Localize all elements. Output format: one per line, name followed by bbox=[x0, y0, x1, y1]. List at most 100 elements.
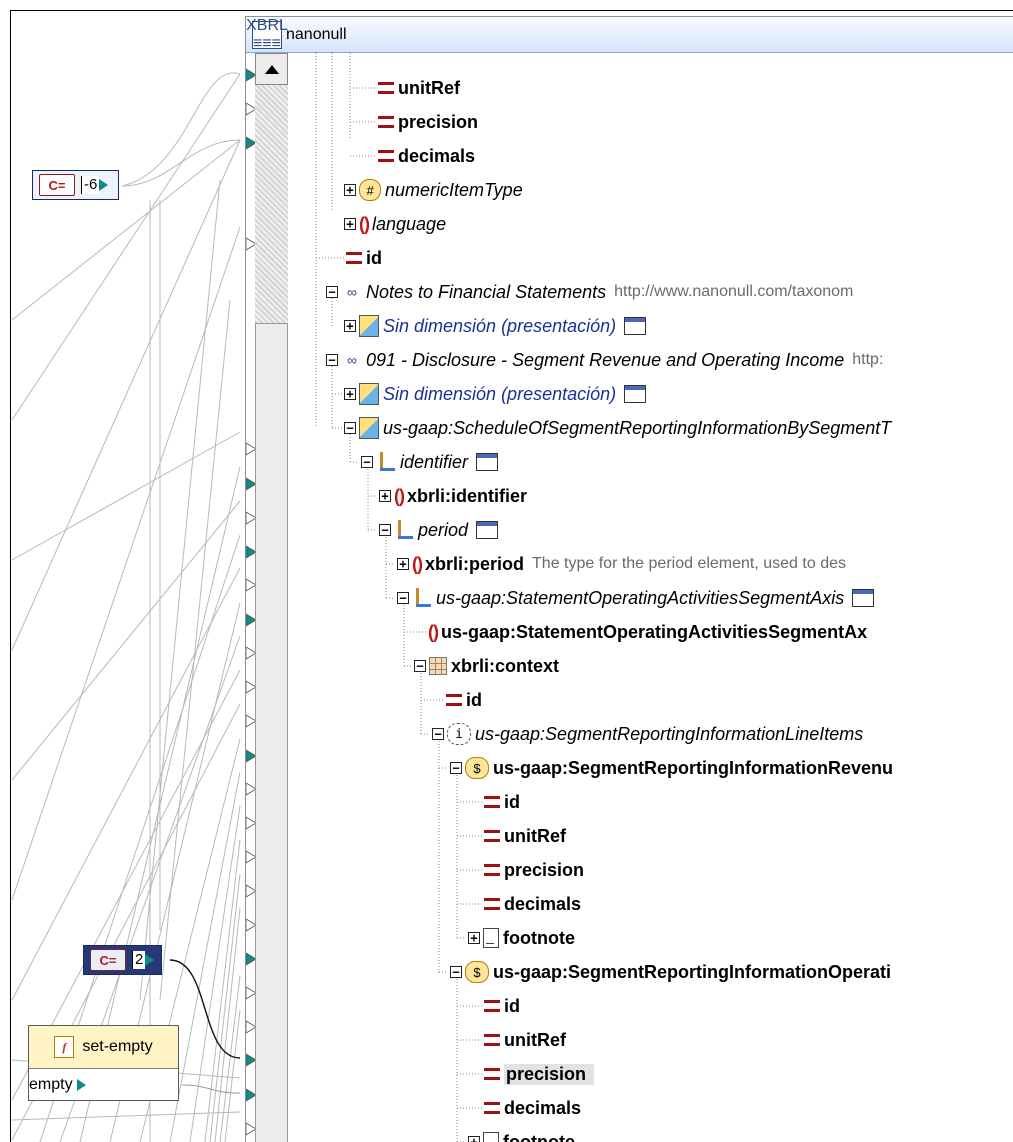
tree-node-label[interactable]: decimals bbox=[504, 894, 581, 915]
collapse-icon[interactable]: − bbox=[450, 762, 462, 774]
tree-node-attr[interactable]: decimals bbox=[484, 1093, 581, 1123]
tree-node-label[interactable]: precision bbox=[398, 112, 478, 133]
tree-node-elem[interactable]: ( ) us-gaap:StatementOperatingActivitiesS… bbox=[428, 617, 867, 647]
tree-node-cube[interactable]: + Sin dimensión (presentación) bbox=[344, 379, 647, 409]
tree-node-label[interactable]: id bbox=[504, 996, 520, 1017]
collapse-icon[interactable]: − bbox=[450, 966, 462, 978]
tree-node-label[interactable]: us-gaap:StatementOperatingActivitiesSegm… bbox=[441, 622, 867, 643]
expand-icon[interactable]: + bbox=[344, 388, 356, 400]
tree-node-label[interactable]: id bbox=[504, 792, 520, 813]
tree-node-attr[interactable]: decimals bbox=[484, 889, 581, 919]
tree-node-dollar[interactable]: − $ us-gaap:SegmentReportingInformationRev… bbox=[450, 753, 893, 783]
tree-node-label[interactable]: unitRef bbox=[504, 1030, 566, 1051]
tree-node-cube-plain[interactable]: − us-gaap:ScheduleOfSegmentReportingInfor… bbox=[344, 413, 891, 443]
constant-node-2[interactable]: C= 2 bbox=[83, 945, 162, 975]
tree-node-attr[interactable]: id bbox=[484, 991, 520, 1021]
collapse-icon[interactable]: − bbox=[379, 524, 391, 536]
component-nanonull[interactable]: XBRL ≡≡≡ nanonull unitRef precision decimal… bbox=[245, 16, 1013, 1142]
collapse-icon[interactable]: − bbox=[397, 592, 409, 604]
tree-node-type[interactable]: + # numericItemType bbox=[344, 175, 523, 205]
tree-node-doc[interactable]: + footnote bbox=[468, 923, 575, 953]
tree-node-attr[interactable]: id bbox=[346, 243, 382, 273]
component-title-bar[interactable]: XBRL ≡≡≡ nanonull bbox=[246, 17, 1013, 53]
tree-node-axis[interactable]: − identifier bbox=[361, 447, 499, 477]
tree-node-axis[interactable]: − period bbox=[379, 515, 499, 545]
vertical-scrollbar[interactable] bbox=[255, 53, 288, 1142]
collapse-icon[interactable]: − bbox=[361, 456, 373, 468]
tree-node-label[interactable]: unitRef bbox=[504, 826, 566, 847]
tree-node-axis[interactable]: − us-gaap:StatementOperatingActivitiesSeg… bbox=[397, 583, 875, 613]
tree-node-notes[interactable]: − ∞ Notes to Financial Statements http://ww… bbox=[326, 277, 853, 307]
scroll-thumb[interactable] bbox=[255, 323, 288, 1142]
tree-node-label[interactable]: precision bbox=[504, 860, 584, 881]
dimension-window-icon[interactable] bbox=[476, 453, 499, 471]
dimension-window-icon[interactable] bbox=[624, 385, 647, 403]
expand-icon[interactable]: + bbox=[344, 218, 356, 230]
function-node-set-empty[interactable]: f set-empty empty bbox=[28, 1025, 179, 1101]
tree-node-label[interactable]: xbrli:period bbox=[425, 554, 524, 575]
output-connector[interactable] bbox=[145, 954, 155, 966]
expand-icon[interactable]: + bbox=[379, 490, 391, 502]
tree-node-elem[interactable]: +( ) xbrli:period The type for the period … bbox=[397, 549, 846, 579]
tree-node-info[interactable]: − i us-gaap:SegmentReportingInformationLin… bbox=[432, 719, 863, 749]
tree-node-label[interactable]: Notes to Financial Statements bbox=[366, 282, 606, 303]
tree-node-label[interactable]: xbrli:identifier bbox=[407, 486, 527, 507]
tree-node-label[interactable]: 091 - Disclosure - Segment Revenue and O… bbox=[366, 350, 844, 371]
tree-node-cube[interactable]: + Sin dimensión (presentación) bbox=[344, 311, 647, 341]
tree-node-label[interactable]: decimals bbox=[504, 1098, 581, 1119]
tree-node-label[interactable]: id bbox=[466, 690, 482, 711]
tree-node-label[interactable]: numericItemType bbox=[385, 180, 523, 201]
output-connector[interactable] bbox=[99, 179, 109, 191]
dimension-window-icon[interactable] bbox=[476, 521, 499, 539]
constant-value[interactable]: 2 bbox=[132, 951, 146, 969]
tree-node-label[interactable]: us-gaap:ScheduleOfSegmentReportingInform… bbox=[383, 418, 891, 439]
tree-node-attr[interactable]: precision bbox=[484, 1059, 595, 1089]
expand-icon[interactable]: + bbox=[344, 184, 356, 196]
dimension-window-icon[interactable] bbox=[852, 589, 875, 607]
collapse-icon[interactable]: − bbox=[326, 354, 338, 366]
tree-node-attr[interactable]: unitRef bbox=[484, 821, 566, 851]
dimension-window-icon[interactable] bbox=[624, 317, 647, 335]
tree-node-label[interactable]: us-gaap:SegmentReportingInformationLineI… bbox=[475, 724, 863, 745]
collapse-icon[interactable]: − bbox=[414, 660, 426, 672]
constant-node-neg6[interactable]: C= -6 bbox=[32, 170, 119, 200]
tree-node-label[interactable]: us-gaap:SegmentReportingInformationReven… bbox=[493, 758, 893, 779]
tree-node-label[interactable]: precision bbox=[504, 1063, 595, 1085]
expand-icon[interactable]: + bbox=[468, 1136, 480, 1142]
tree-node-grid[interactable]: − xbrli:context bbox=[414, 651, 559, 681]
tree-node-attr[interactable]: unitRef bbox=[484, 1025, 566, 1055]
tree-node-elem-i[interactable]: +( ) language bbox=[344, 209, 446, 239]
tree-node-label[interactable]: Sin dimensión (presentación) bbox=[383, 384, 616, 405]
tree-node-dollar[interactable]: − $ us-gaap:SegmentReportingInformationOpe… bbox=[450, 957, 891, 987]
tree-node-label[interactable]: xbrli:context bbox=[451, 656, 559, 677]
tree-node-label[interactable]: language bbox=[372, 214, 446, 235]
tree-node-label[interactable]: decimals bbox=[398, 146, 475, 167]
mapping-canvas[interactable]: C= -6 C= 2 f set-empty empty XBRL ≡≡≡ nan… bbox=[0, 0, 1013, 1142]
expand-icon[interactable]: + bbox=[397, 558, 409, 570]
tree-node-label[interactable]: id bbox=[366, 248, 382, 269]
tree-node-label[interactable]: Sin dimensión (presentación) bbox=[383, 316, 616, 337]
tree-node-attr[interactable]: precision bbox=[378, 107, 478, 137]
tree-node-attr[interactable]: decimals bbox=[378, 141, 475, 171]
scroll-up-button[interactable] bbox=[255, 53, 288, 85]
tree-node-attr[interactable]: unitRef bbox=[378, 73, 460, 103]
tree-node-attr[interactable]: id bbox=[446, 685, 482, 715]
tree-node-doc[interactable]: + footnote bbox=[468, 1127, 575, 1142]
tree-node-label[interactable]: period bbox=[418, 520, 468, 541]
tree-node-label[interactable]: us-gaap:StatementOperatingActivitiesSegm… bbox=[436, 588, 844, 609]
collapse-icon[interactable]: − bbox=[344, 422, 356, 434]
constant-value[interactable]: -6 bbox=[81, 176, 100, 194]
tree-node-notes[interactable]: − ∞ 091 - Disclosure - Segment Revenue and… bbox=[326, 345, 883, 375]
collapse-icon[interactable]: − bbox=[326, 286, 338, 298]
output-connector[interactable] bbox=[76, 1079, 86, 1091]
tree-node-attr[interactable]: id bbox=[484, 787, 520, 817]
tree-node-label[interactable]: footnote bbox=[503, 928, 575, 949]
collapse-icon[interactable]: − bbox=[432, 728, 444, 740]
expand-icon[interactable]: + bbox=[468, 932, 480, 944]
tree-node-label[interactable]: unitRef bbox=[398, 78, 460, 99]
expand-icon[interactable]: + bbox=[344, 320, 356, 332]
tree-node-attr[interactable]: precision bbox=[484, 855, 584, 885]
tree-node-label[interactable]: identifier bbox=[400, 452, 468, 473]
tree-node-label[interactable]: footnote bbox=[503, 1132, 575, 1142]
tree-node-elem[interactable]: +( ) xbrli:identifier bbox=[379, 481, 527, 511]
